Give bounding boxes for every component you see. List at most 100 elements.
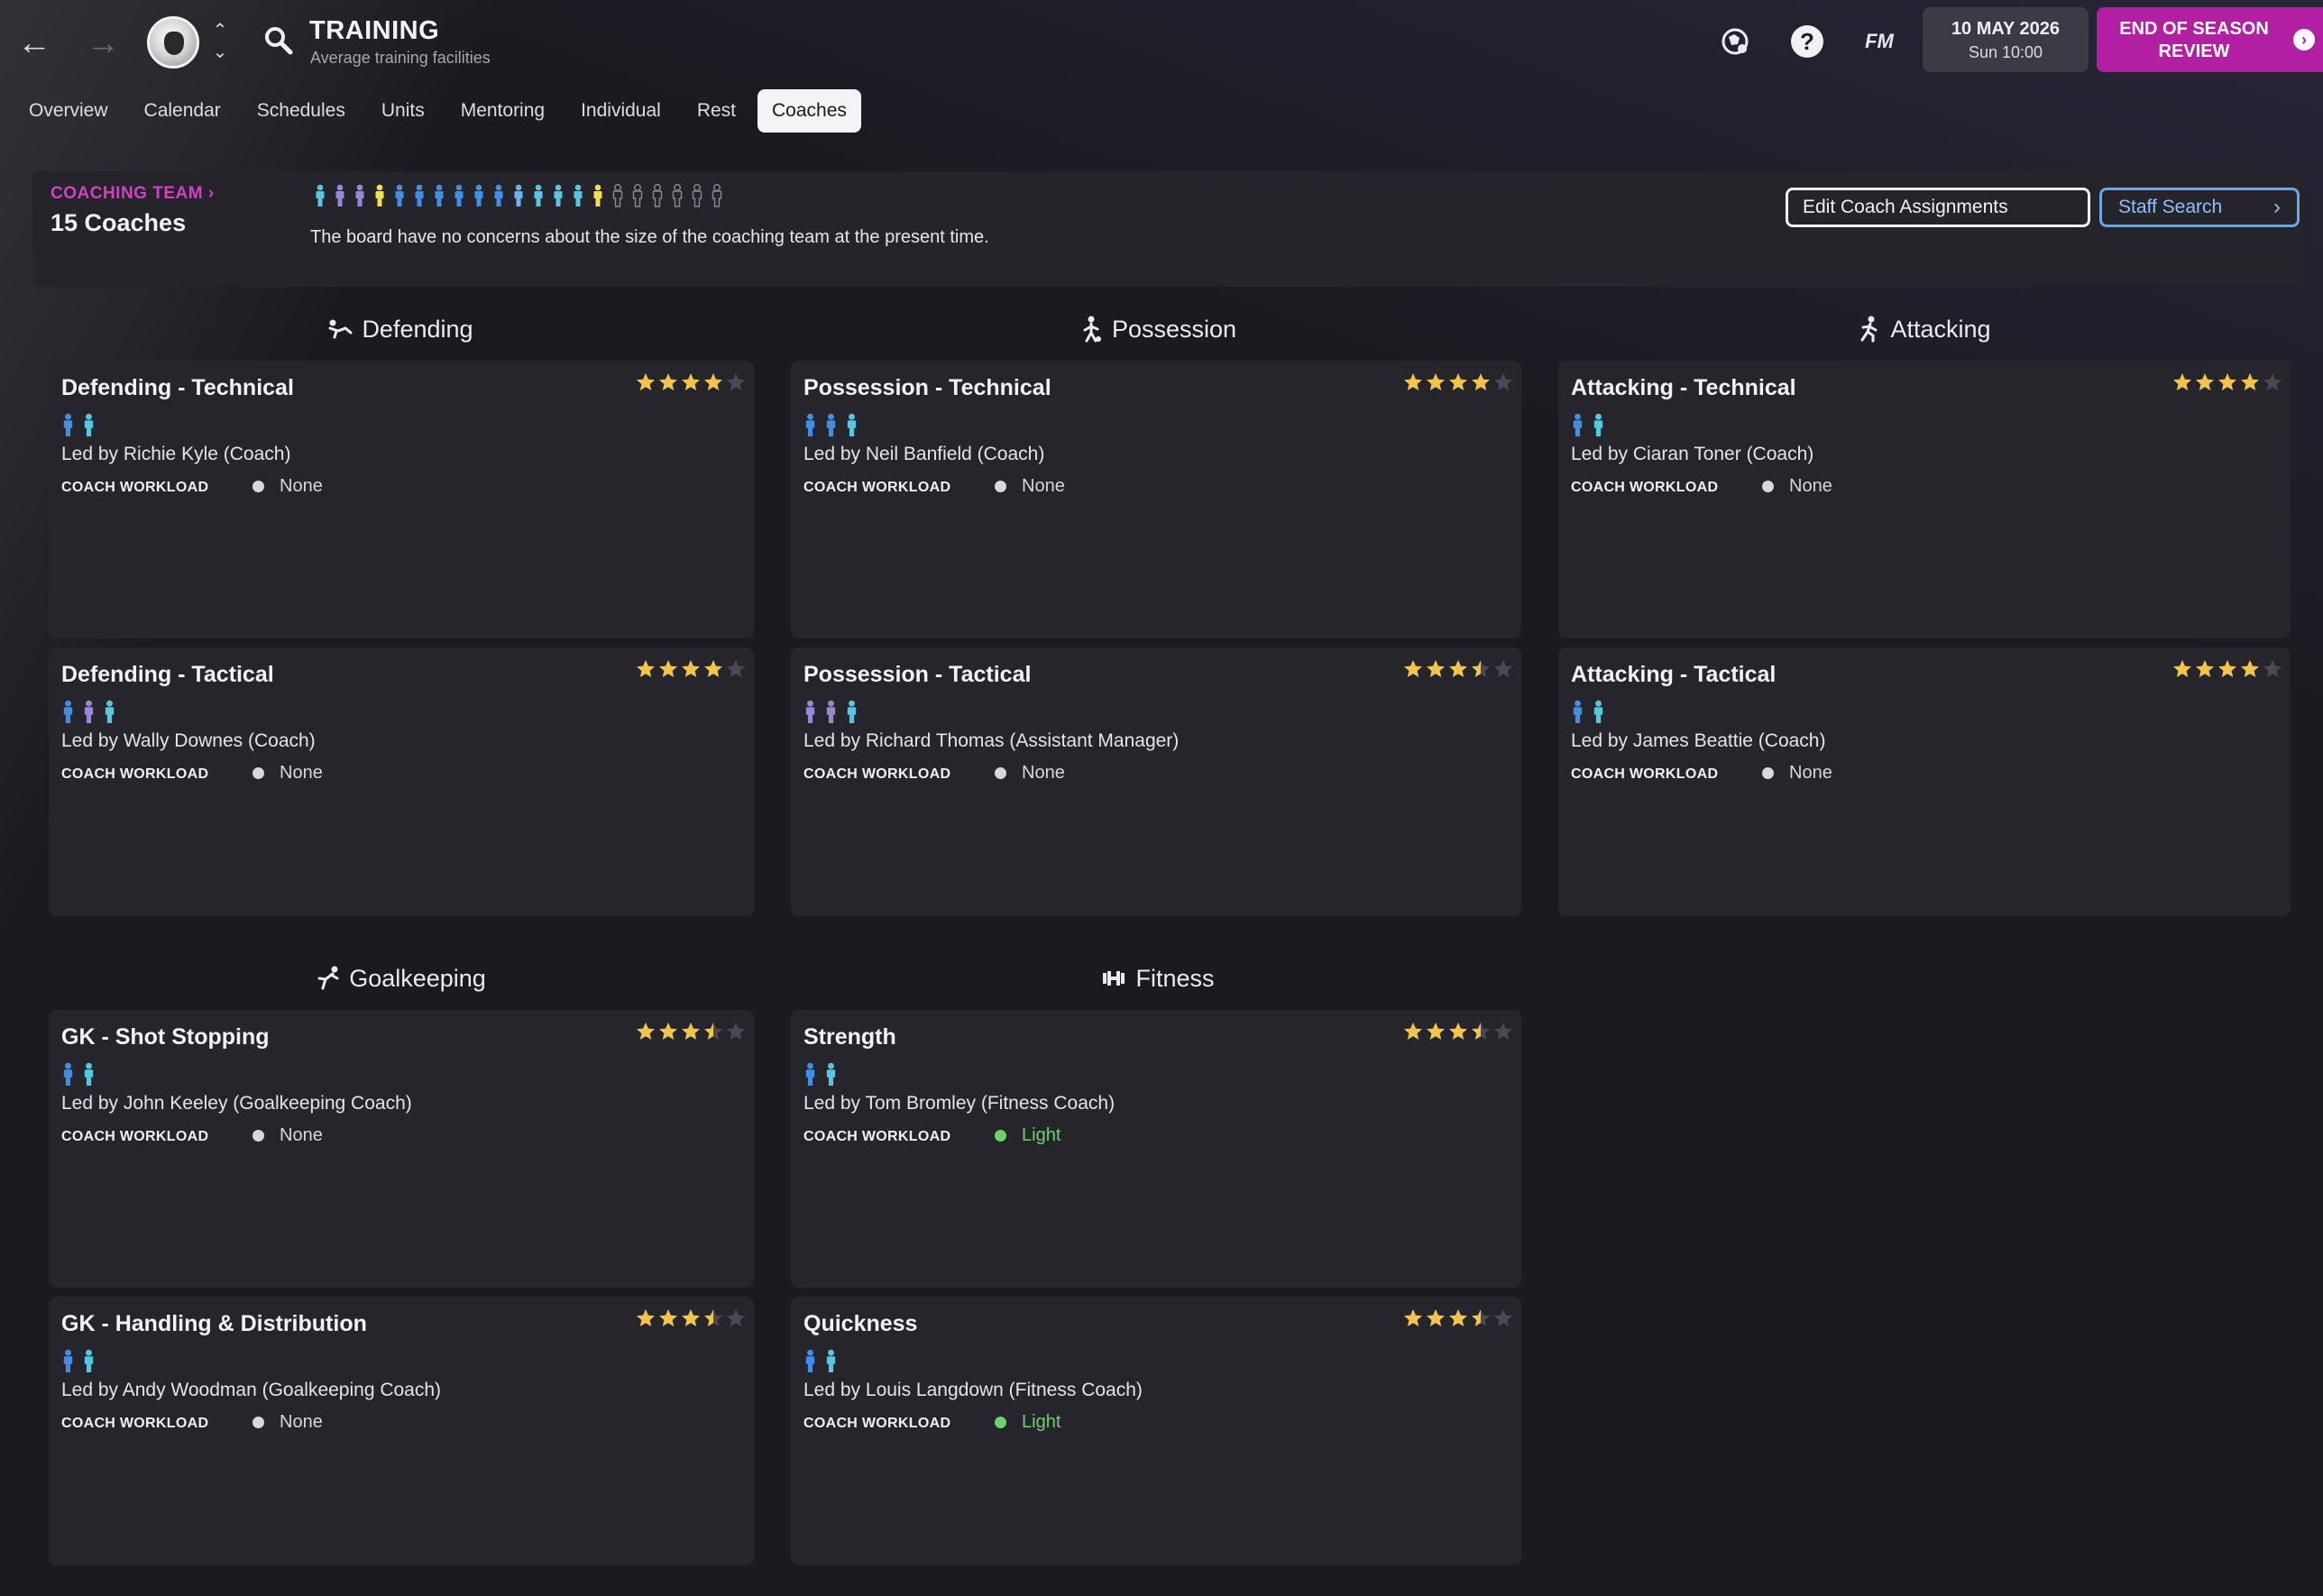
led-by-text: Led by Andy Woodman (Goalkeeping Coach) xyxy=(61,1380,442,1400)
assigned-coach-figures xyxy=(1571,700,1612,724)
coach-workload-value: None xyxy=(1789,763,1832,783)
page-title: TRAINING xyxy=(309,16,440,45)
assigned-coach-figures xyxy=(803,413,866,437)
assigned-coach-figures xyxy=(1571,413,1612,437)
rating-star-icon xyxy=(1494,373,1512,390)
rating-star-icon xyxy=(637,373,655,390)
rating-star-icon xyxy=(704,1309,722,1326)
rating-star-icon xyxy=(1427,660,1445,677)
training-card-gk-shot-stopping[interactable]: GK - Shot Stopping Led by John Keeley (Go… xyxy=(49,1010,754,1288)
coach-figure-icon xyxy=(1593,700,1603,723)
rating-star-icon xyxy=(1472,1023,1490,1040)
tab-schedules[interactable]: Schedules xyxy=(243,89,360,133)
coach-figure-icon xyxy=(63,1062,73,1086)
led-by-text: Led by John Keeley (Goalkeeping Coach) xyxy=(61,1093,412,1114)
coaching-team-link[interactable]: COACHING TEAM › xyxy=(50,184,215,204)
edit-coach-assignments-button[interactable]: Edit Coach Assignments xyxy=(1786,188,2090,227)
training-card-attacking-technical[interactable]: Attacking - Technical Led by Ciaran Toner… xyxy=(1558,361,2291,638)
rating-star-icon xyxy=(637,1309,655,1326)
back-arrow-icon[interactable]: ← xyxy=(14,25,54,61)
coach-workload-label: COACH WORKLOAD xyxy=(61,1129,209,1144)
rating-star-icon xyxy=(1449,373,1467,390)
coach-figure-icon xyxy=(514,184,523,206)
rating-star-icon xyxy=(659,373,677,390)
training-card-gk-handling-distribution[interactable]: GK - Handling & Distribution Led by Andy … xyxy=(49,1297,754,1565)
tab-mentoring[interactable]: Mentoring xyxy=(446,89,559,133)
tab-individual[interactable]: Individual xyxy=(566,89,675,133)
training-card-possession-tactical[interactable]: Possession - Tactical Led by Richard Thom… xyxy=(791,647,1521,916)
coach-workload-label: COACH WORKLOAD xyxy=(803,480,951,495)
training-card-possession-technical[interactable]: Possession - Technical Led by Neil Banfie… xyxy=(791,361,1521,638)
date-time-box[interactable]: 10 MAY 2026 Sun 10:00 xyxy=(1923,7,2089,72)
rating-star-icon xyxy=(682,373,700,390)
rating-star-icon xyxy=(2196,660,2214,677)
coach-workload-value: None xyxy=(280,1412,323,1432)
training-card-strength[interactable]: Strength Led by Tom Bromley (Fitness Coac… xyxy=(791,1010,1521,1288)
coach-figure-icon xyxy=(826,1062,836,1086)
tab-units[interactable]: Units xyxy=(367,89,439,133)
rating-star-icon xyxy=(682,660,700,677)
led-by-text: Led by Tom Bromley (Fitness Coach) xyxy=(803,1093,1116,1114)
continue-arrow-icon: › xyxy=(2293,29,2315,50)
help-icon[interactable]: ? xyxy=(1787,22,1827,61)
card-title: Strength xyxy=(803,1024,896,1050)
coach-figure-icon xyxy=(105,700,115,723)
board-message: The board have no concerns about the siz… xyxy=(310,227,989,247)
section-possession-label: Possession xyxy=(1111,315,1237,343)
rating-star-icon xyxy=(727,373,745,390)
coach-figure-icon xyxy=(335,184,344,206)
world-football-icon[interactable] xyxy=(1715,22,1755,61)
rating-star-icon xyxy=(637,1023,655,1040)
rating-star-icon xyxy=(1427,1023,1445,1040)
rating-star-icon xyxy=(2241,373,2259,390)
workload-status-dot-icon xyxy=(252,767,264,779)
top-bar: ← → ⌃ ⌄ TRAINING Average training facilit… xyxy=(0,0,2323,87)
coach-figure-icon xyxy=(63,700,73,723)
forward-arrow-icon[interactable]: → xyxy=(83,25,123,61)
defending-icon xyxy=(328,319,353,339)
training-card-attacking-tactical[interactable]: Attacking - Tactical Led by James Beattie… xyxy=(1558,647,2291,916)
training-card-quickness[interactable]: Quickness Led by Louis Langdown (Fitness … xyxy=(791,1297,1521,1565)
coach-figure-icon xyxy=(847,413,857,436)
card-title: Attacking - Technical xyxy=(1571,375,1796,400)
rating-star-icon xyxy=(1494,1309,1512,1326)
coach-workload-value: Light xyxy=(1022,1412,1061,1432)
end-of-season-review-label: END OF SEASON REVIEW xyxy=(2119,19,2269,61)
tab-coaches[interactable]: Coaches xyxy=(758,89,861,133)
rating-star-icon xyxy=(2173,373,2191,390)
card-title: GK - Shot Stopping xyxy=(61,1024,270,1050)
tab-rest[interactable]: Rest xyxy=(683,89,750,133)
rating-star-icon xyxy=(1427,373,1445,390)
training-card-defending-tactical[interactable]: Defending - Tactical Led by Wally Downes … xyxy=(49,647,754,916)
staff-search-button[interactable]: Staff Search › xyxy=(2099,188,2300,227)
rating-star-icon xyxy=(2173,660,2191,677)
workload-status-dot-icon xyxy=(252,1130,264,1142)
coach-workload-label: COACH WORKLOAD xyxy=(1571,480,1719,495)
club-switch-chevrons-icon[interactable]: ⌃ ⌄ xyxy=(209,20,231,65)
coach-figure-icon xyxy=(395,184,404,206)
rating-star-icon xyxy=(1427,1309,1445,1326)
card-title: Quickness xyxy=(803,1311,918,1336)
current-time: Sun 10:00 xyxy=(1968,43,2043,61)
coach-figure-icon xyxy=(1573,700,1583,723)
tab-overview[interactable]: Overview xyxy=(14,89,123,133)
star-rating xyxy=(634,371,747,393)
possession-icon xyxy=(1083,316,1101,343)
led-by-text: Led by Ciaran Toner (Coach) xyxy=(1571,444,1814,464)
rating-star-icon xyxy=(1404,373,1422,390)
workload-status-dot-icon xyxy=(1762,481,1774,492)
rating-star-icon xyxy=(682,1309,700,1326)
end-of-season-review-button[interactable]: END OF SEASON REVIEW › xyxy=(2097,7,2323,72)
led-by-text: Led by Louis Langdown (Fitness Coach) xyxy=(803,1380,1143,1400)
rating-star-icon xyxy=(2218,660,2236,677)
rating-star-icon xyxy=(727,660,745,677)
coach-figure-icon xyxy=(435,184,444,206)
tab-calendar[interactable]: Calendar xyxy=(130,89,235,133)
training-card-defending-technical[interactable]: Defending - Technical Led by Richie Kyle … xyxy=(49,361,754,638)
coach-workload-label: COACH WORKLOAD xyxy=(803,1416,951,1431)
rating-star-icon xyxy=(2241,660,2259,677)
search-icon[interactable] xyxy=(263,25,294,56)
fm-menu-button[interactable]: FM xyxy=(1859,22,1899,61)
club-crest-icon[interactable] xyxy=(147,16,199,69)
rating-star-icon xyxy=(704,1023,722,1040)
